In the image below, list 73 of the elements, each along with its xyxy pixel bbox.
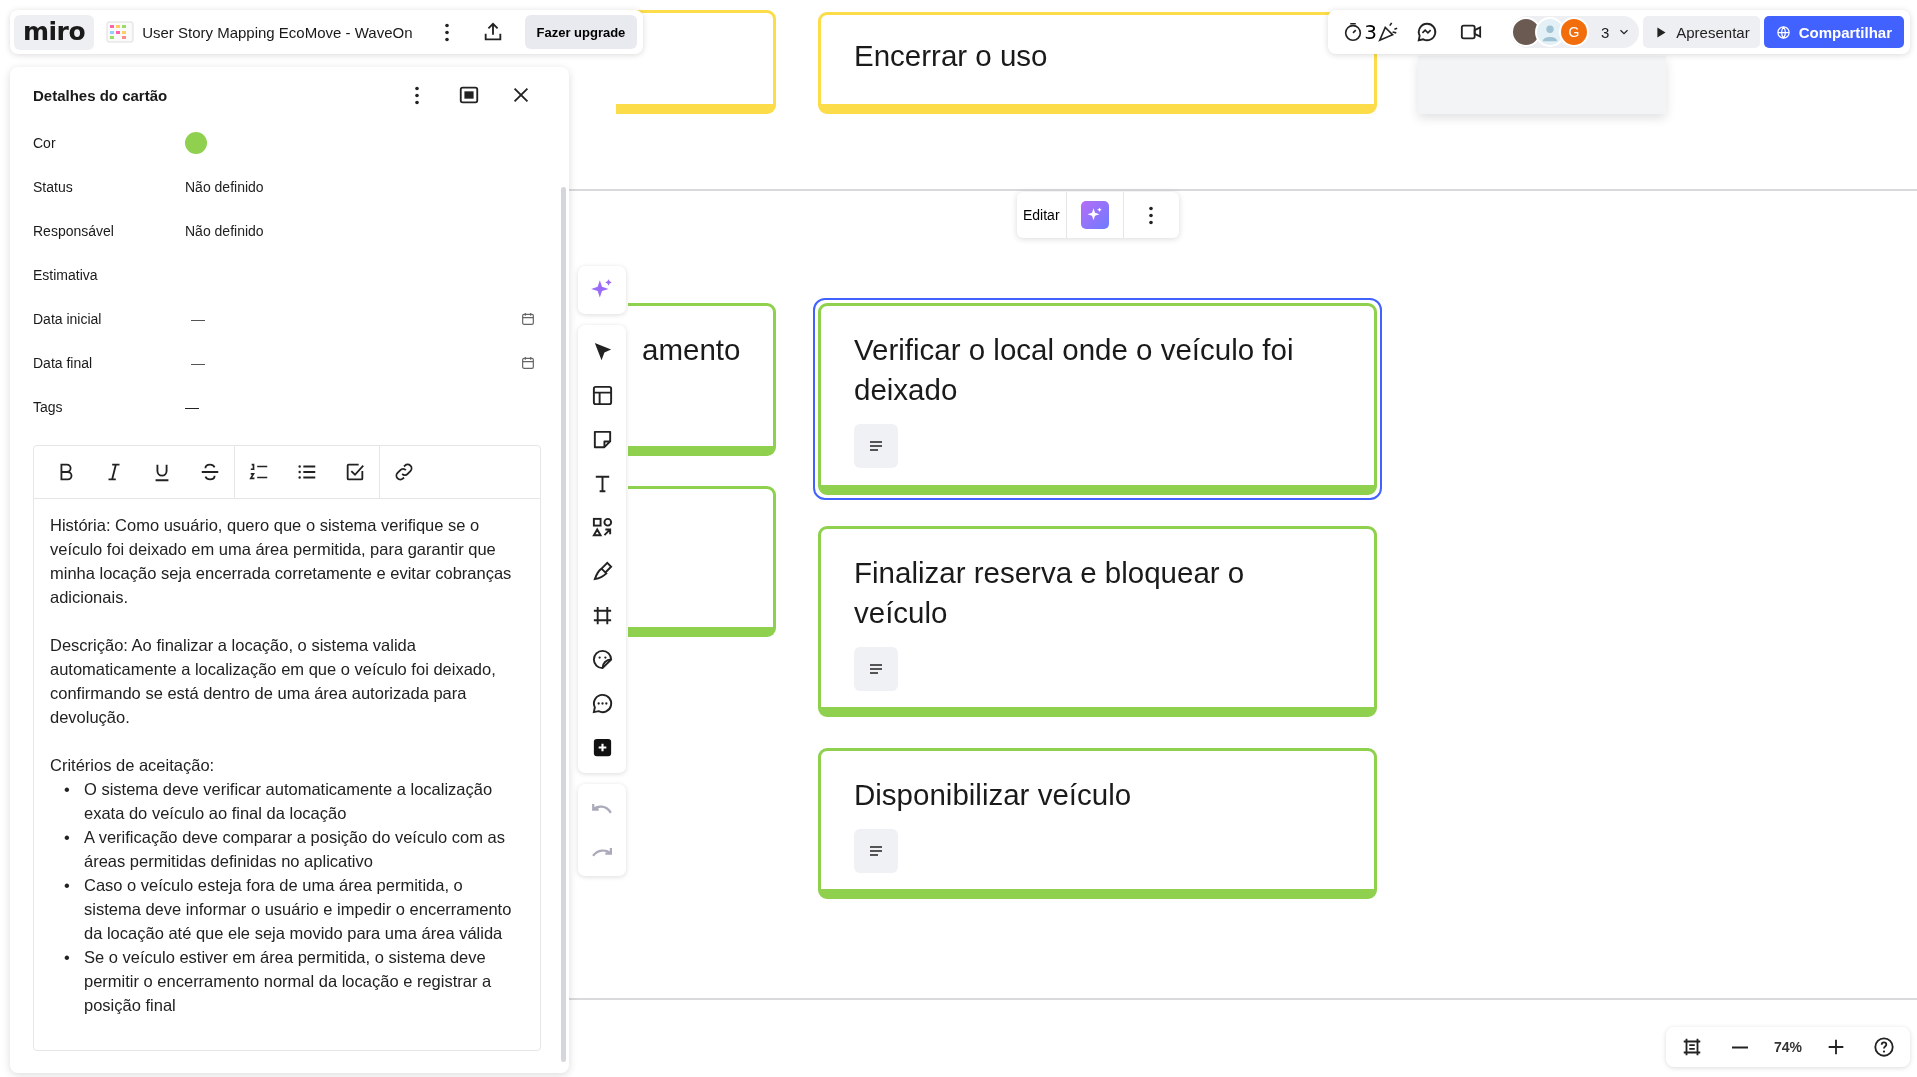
globe-icon [1775, 24, 1791, 40]
card-title: amento [642, 332, 741, 368]
description-paragraph: Descrição: Ao finalizar a locação, o sistema valida automaticamente a localização em que o veículo foi deixado, confirmando se está dentro de uma área autorizada para devolução. [50, 635, 497, 728]
field-label: Status [33, 179, 74, 195]
help-icon [1873, 1036, 1895, 1058]
panel-title: Detalhes do cartão [33, 86, 169, 104]
criterion-text: A verificação deve comparar a posição do veículo com as áreas permitidas definidas no aplicativo [84, 827, 506, 872]
miro-logo[interactable]: miro [14, 14, 95, 50]
zoom-out-icon [1730, 1045, 1750, 1049]
field-label: Data inicial [33, 311, 103, 327]
checklist-icon [344, 461, 366, 483]
undo-icon [592, 802, 612, 814]
field-label: Tags [33, 399, 64, 415]
card-title: Disponibilizar veículo [854, 777, 1133, 813]
fit-to-screen-icon [1681, 1036, 1703, 1058]
board-thumbnail-icon [106, 21, 135, 43]
sticker-icon [590, 647, 614, 671]
description-paragraph: História: Como usuário, quero que o sistema verifique se o veículo foi deixado em uma área permitida, para garantir que minha locação seja encerrada corretamente e evitar cobranças adicionais. [50, 515, 513, 608]
avatar: G [1558, 17, 1589, 47]
ai-button[interactable] [1080, 201, 1109, 229]
criterion-text: O sistema deve verificar automaticamente a localização exata do veículo ao final da locação [84, 779, 494, 824]
field-label: Responsável [33, 223, 115, 239]
field-label: Cor [33, 135, 57, 151]
chat-icon [1415, 21, 1438, 43]
more-icon [1149, 205, 1154, 225]
edit-button[interactable]: Editar [1017, 192, 1067, 238]
upgrade-button[interactable]: Fazer upgrade [524, 15, 638, 49]
field-value[interactable]: — [191, 311, 520, 327]
present-button[interactable]: Apresentar [1643, 16, 1760, 48]
redo-icon [592, 847, 612, 857]
bullet: • [63, 779, 71, 800]
color-swatch[interactable] [185, 132, 207, 154]
share-button[interactable]: Compartilhar [1763, 16, 1904, 48]
field-label: Data final [33, 355, 94, 371]
field-value[interactable]: — [185, 399, 199, 415]
description-editor[interactable] [33, 445, 541, 1051]
shapes-icon [590, 515, 614, 539]
ai-button[interactable] [578, 266, 626, 314]
bullet: • [63, 947, 71, 968]
collaborators-button[interactable]: G 3 [1510, 16, 1640, 48]
card-title: Verificar o local onde o veículo foi deixado [854, 332, 1295, 408]
card-title: Finalizar reserva e bloquear o veículo [854, 555, 1246, 631]
card-title: Encerrar o uso [854, 39, 1049, 73]
field-value[interactable]: Não definido [185, 179, 264, 195]
zoom-level[interactable]: 74% [1768, 1039, 1808, 1055]
timer-count: 3 [1364, 20, 1377, 44]
story-card[interactable]: amento [628, 303, 777, 456]
more-icon [444, 22, 449, 42]
field-value[interactable]: Não definido [185, 223, 264, 239]
bullet: • [63, 827, 71, 848]
party-popper-icon [1376, 21, 1399, 43]
window-mode-icon [458, 84, 480, 106]
criterion-text: Se o veículo estiver em área permitida, o sistema deve permitir o encerramento normal da locação e registrar a posição final [84, 947, 493, 1016]
comment-icon [590, 691, 614, 715]
criterion-text: Caso o veículo esteja fora de uma área permitida, o sistema deve informar o usuário e impedir o encerramento da locação até que ele seja movido para uma área válida [84, 875, 513, 944]
board-title[interactable]: User Story Mapping EcoMove - WaveOn [142, 23, 413, 41]
calendar-icon [520, 311, 536, 327]
strikethrough-icon [199, 461, 221, 483]
scrollbar[interactable] [561, 187, 566, 1062]
notes-button[interactable] [854, 829, 898, 873]
story-card[interactable]: Disponibilizar veículo [818, 748, 1377, 899]
criteria-heading: Critérios de aceitação: [50, 755, 216, 776]
notes-button[interactable] [854, 424, 898, 468]
story-card[interactable]: Finalizar reserva e bloquear o veículo [818, 526, 1377, 717]
bullet: • [63, 875, 71, 896]
calendar-icon [520, 355, 536, 371]
more-icon [415, 85, 419, 105]
field-label: Estimativa [33, 267, 99, 283]
field-value[interactable]: — [191, 355, 520, 371]
templates-icon [590, 383, 614, 407]
link-icon [393, 461, 415, 483]
participant-count: 3 [1600, 23, 1610, 41]
notes-button[interactable] [854, 647, 898, 691]
